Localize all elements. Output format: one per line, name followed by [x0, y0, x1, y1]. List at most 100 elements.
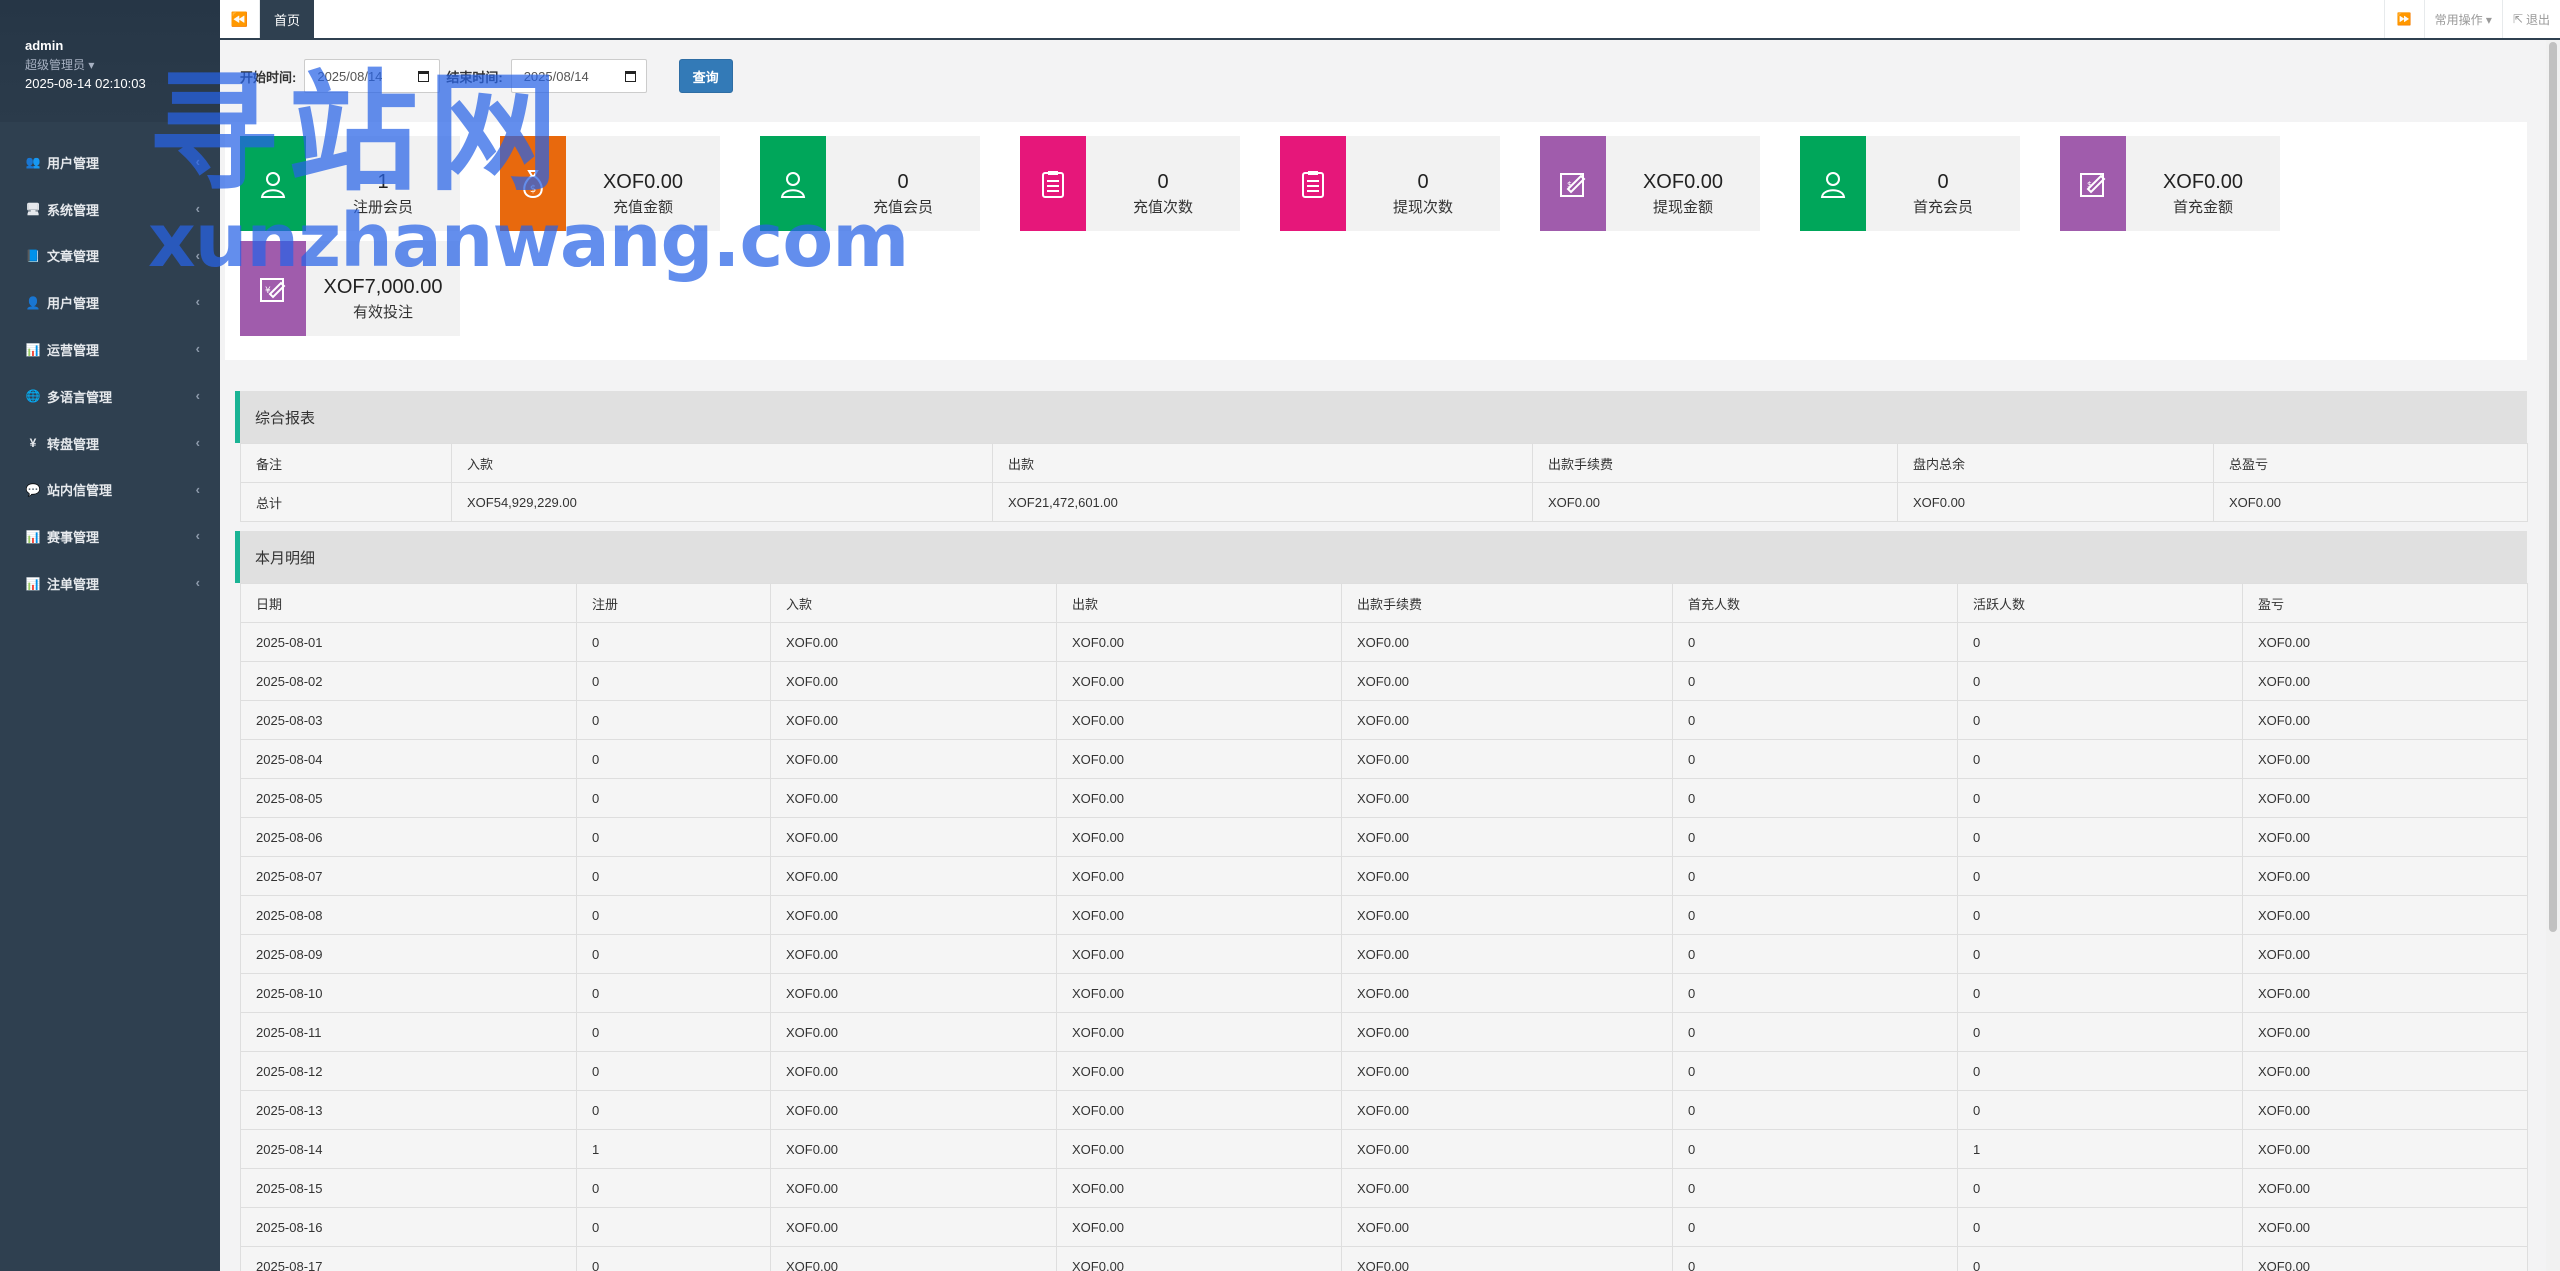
table-cell: 0	[1957, 778, 2243, 818]
start-date-input[interactable]: 2025/08/14	[304, 59, 441, 93]
chevron-left-icon: ‹	[195, 154, 200, 169]
table-row: 2025-08-13 0 XOF0.00 XOF0.00 XOF0.00 0 0 XOF0.0…	[240, 1090, 2528, 1130]
table-cell: XOF0.00	[2242, 1012, 2528, 1052]
table-cell: XOF0.00	[1897, 482, 2214, 522]
chevron-left-icon: ‹	[195, 387, 200, 403]
stat-value: 0	[1157, 171, 1169, 193]
topbar-right: ⏩ 常用操作 ▾ ⇱ 退出	[2383, 0, 2560, 38]
stat-label: 充值金额	[612, 199, 673, 216]
table-cell: 0	[1957, 895, 2243, 935]
table-cell: XOF0.00	[1056, 973, 1342, 1013]
stat-value: XOF0.00	[2162, 171, 2244, 193]
scrollbar-thumb[interactable]	[2549, 42, 2557, 932]
stat-card: $ XOF0.00 充值金额	[500, 136, 720, 231]
table-cell: XOF0.00	[1341, 778, 1673, 818]
sidebar-item-label: 注单管理	[47, 577, 100, 593]
sidebar-item-3[interactable]: 👤 用户管理 ‹	[0, 279, 220, 326]
column-header: 出款手续费	[1532, 443, 1898, 483]
column-header: 活跃人数	[1957, 583, 2243, 623]
table-cell: 2025-08-10	[240, 973, 577, 1013]
table-cell: 0	[576, 973, 771, 1013]
sidebar-item-label: 系统管理	[47, 202, 100, 218]
table-cell: XOF0.00	[1341, 1207, 1673, 1247]
table-cell: XOF0.00	[1056, 700, 1342, 740]
sidebar-item-5[interactable]: 🌐 多语言管理 ‹	[0, 373, 220, 420]
sidebar-item-label: 用户管理	[47, 296, 100, 312]
stat-card: 0 提现次数	[1280, 136, 1500, 231]
logout-button[interactable]: ⇱ 退出	[2501, 0, 2560, 38]
stat-card: 0 充值会员	[760, 136, 980, 231]
table-cell: XOF0.00	[770, 1168, 1057, 1208]
table-cell: 2025-08-15	[240, 1168, 577, 1208]
table-cell: XOF0.00	[1056, 1246, 1342, 1271]
tab-home[interactable]: 首页	[260, 0, 314, 38]
profile-role-dropdown[interactable]: 超级管理员 ▾	[25, 56, 220, 73]
double-right-icon[interactable]: ⏩	[2383, 0, 2424, 38]
table-cell: 0	[1957, 1012, 2243, 1052]
table-cell: 0	[1672, 817, 1958, 857]
stat-label: 注册会员	[352, 199, 413, 216]
column-header: 备注	[240, 443, 452, 483]
table-cell: XOF0.00	[1056, 1090, 1342, 1130]
table-cell: 0	[576, 1012, 771, 1052]
table-cell: 0	[1957, 1168, 2243, 1208]
column-header: 总盈亏	[2213, 443, 2528, 483]
stat-label: 充值次数	[1132, 199, 1193, 216]
chevron-left-icon: ‹	[195, 434, 200, 450]
table-cell: XOF0.00	[1056, 778, 1342, 818]
sidebar-item-8[interactable]: 📊 赛事管理 ‹	[0, 513, 220, 560]
table-cell: 0	[1672, 1012, 1958, 1052]
sidebar-item-7[interactable]: 💬 站内信管理 ‹	[0, 467, 220, 514]
table-cell: XOF0.00	[1056, 1129, 1342, 1169]
table-cell: 2025-08-05	[240, 778, 577, 818]
table-cell: XOF0.00	[2242, 700, 2528, 740]
end-time-label: 结束时间:	[446, 69, 503, 85]
table-cell: 0	[1957, 817, 2243, 857]
table-cell: 0	[576, 778, 771, 818]
sidebar-item-label: 多语言管理	[47, 389, 113, 405]
stat-label: 有效投注	[352, 304, 413, 321]
sidebar-item-9[interactable]: 📊 注单管理 ‹	[0, 560, 220, 607]
sidebar-item-0[interactable]: 👥 用户管理 ‹	[0, 139, 220, 186]
user-icon: 👤	[25, 295, 41, 310]
sidebar-item-4[interactable]: 📊 运营管理 ‹	[0, 326, 220, 373]
table-cell: XOF0.00	[2242, 1129, 2528, 1169]
table-cell: XOF0.00	[770, 739, 1057, 779]
common-ops-dropdown[interactable]: 常用操作 ▾	[2423, 0, 2502, 38]
stat-card: ¥ XOF7,000.00 有效投注	[240, 241, 460, 336]
table-cell: 0	[576, 739, 771, 779]
sidebar-item-1[interactable]: 🖥 系统管理 ‹	[0, 186, 220, 233]
stat-label: 提现次数	[1392, 199, 1453, 216]
table-cell: 2025-08-02	[240, 661, 577, 701]
table-cell: XOF0.00	[2242, 934, 2528, 974]
table-cell: XOF0.00	[770, 973, 1057, 1013]
summary-header-row: 备注 入款 出款 出款手续费 盘内总余 总盈亏	[240, 443, 2528, 483]
end-date-input[interactable]: 2025/08/14	[510, 59, 647, 93]
edit-icon: $	[2060, 136, 2126, 231]
table-cell: 0	[1957, 934, 2243, 974]
table-cell: XOF0.00	[2242, 739, 2528, 779]
clipboard-icon	[1280, 136, 1346, 231]
stat-value: 0	[1417, 171, 1429, 193]
chevron-left-icon: ‹	[195, 341, 200, 357]
users-icon: 👥	[25, 155, 41, 170]
sidebar: admin 超级管理员 ▾ 2025-08-14 02:10:03 👥 用户管理 ‹…	[0, 0, 220, 1271]
query-button[interactable]: 查询	[678, 59, 733, 93]
logout-icon: ⇱	[2512, 12, 2523, 26]
chevron-left-icon: ‹	[195, 200, 200, 216]
table-cell: 0	[1672, 778, 1958, 818]
table-cell: 0	[576, 1051, 771, 1091]
table-cell: 0	[576, 1168, 771, 1208]
table-cell: 2025-08-08	[240, 895, 577, 935]
stat-card: 1 注册会员	[240, 136, 460, 231]
table-cell: XOF0.00	[1056, 934, 1342, 974]
table-cell: 0	[1672, 895, 1958, 935]
table-cell: XOF0.00	[1056, 856, 1342, 896]
page-scrollbar[interactable]	[2546, 40, 2560, 1271]
sidebar-item-6[interactable]: ¥ 转盘管理 ‹	[0, 420, 220, 467]
sidebar-item-2[interactable]: 📘 文章管理 ‹	[0, 233, 220, 280]
table-row: 2025-08-14 1 XOF0.00 XOF0.00 XOF0.00 0 1 XOF0.0…	[240, 1129, 2528, 1169]
double-left-icon[interactable]: ⏪	[220, 0, 260, 38]
monthly-header-row: 日期 注册 入款 出款 出款手续费 首充人数 活跃人数 盈亏	[240, 583, 2528, 623]
edit-icon: $	[1540, 136, 1606, 231]
